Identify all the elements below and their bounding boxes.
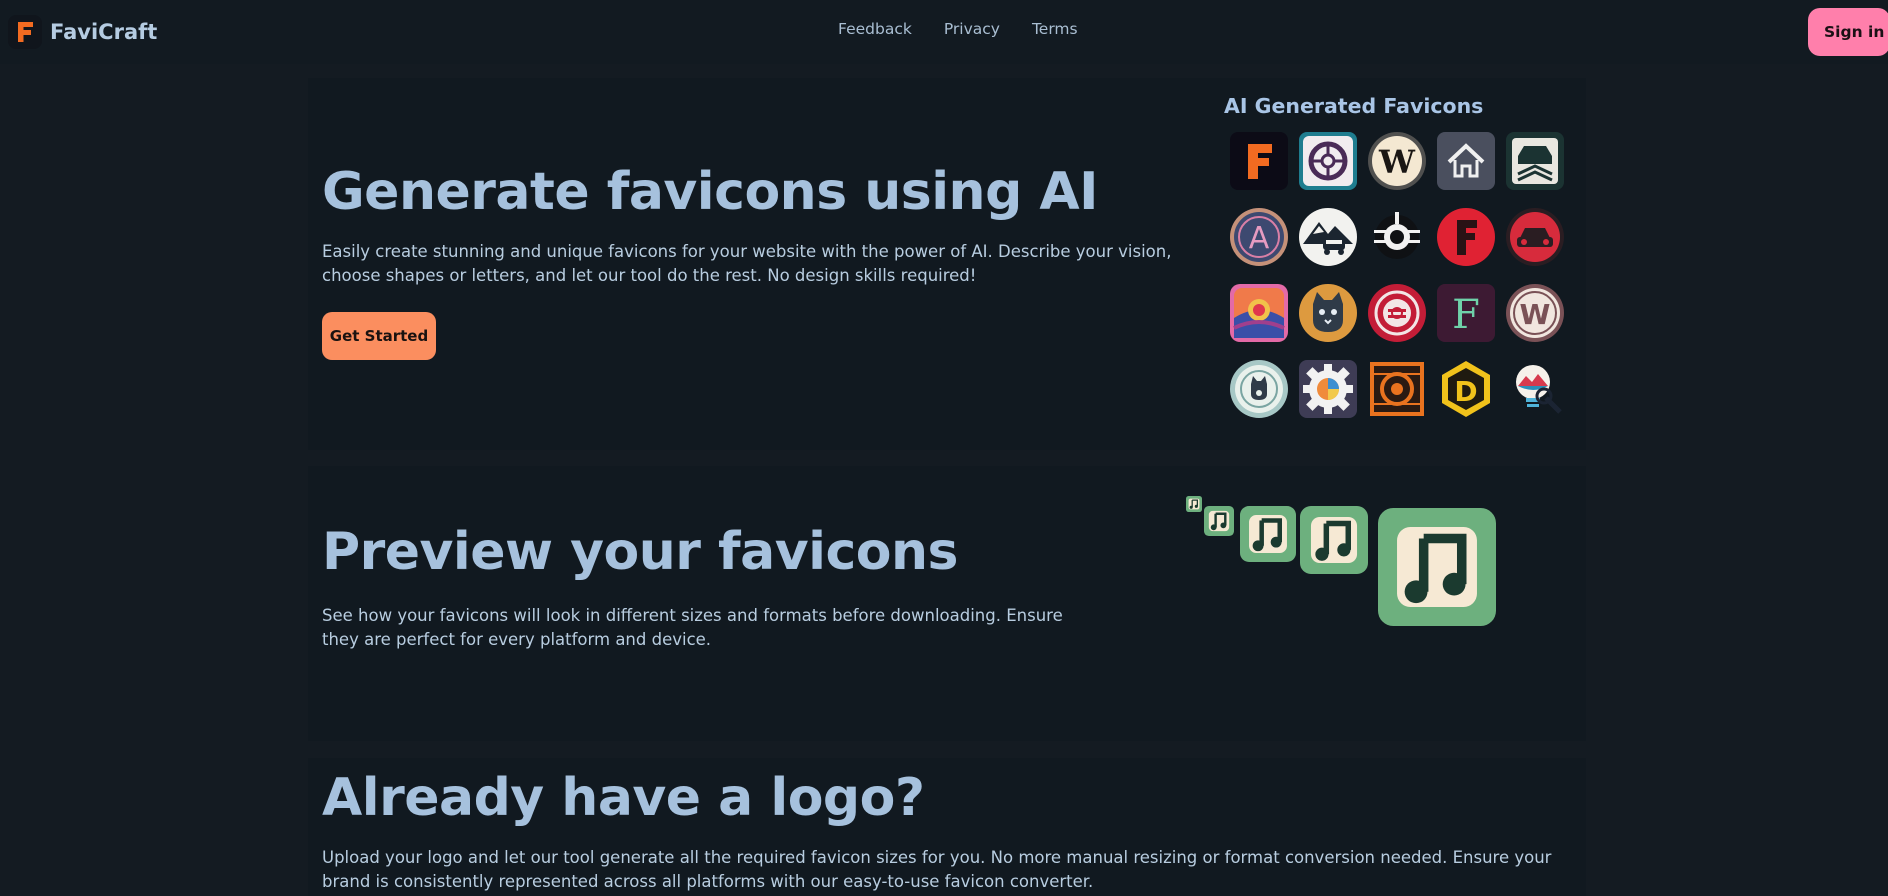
yellow-letter-d-icon: D — [1435, 358, 1497, 420]
red-target-icon — [1366, 282, 1428, 344]
red-car-icon — [1504, 206, 1566, 268]
favicon-gallery: W A F W D — [1228, 130, 1578, 420]
gallery-title: AI Generated Favicons — [1224, 94, 1484, 118]
orange-square-rings-icon — [1366, 358, 1428, 420]
music-note-icon — [1204, 506, 1234, 536]
cream-letter-w-icon: W — [1366, 130, 1428, 192]
preview-section: Preview your favicons See how your favic… — [308, 466, 1586, 741]
nav-terms-link[interactable]: Terms — [1032, 20, 1078, 38]
brand-name: FaviCraft — [50, 20, 158, 44]
red-letter-f-icon — [1435, 206, 1497, 268]
sign-in-button[interactable]: Sign in — [1808, 8, 1888, 56]
hero-section: Generate favicons using AI Easily create… — [308, 78, 1586, 450]
teal-cat-circle-icon — [1228, 358, 1290, 420]
svg-text:A: A — [1249, 221, 1270, 256]
upload-section: Already have a logo? Upload your logo an… — [308, 758, 1586, 896]
circle-letter-a-icon: A — [1228, 206, 1290, 268]
main-nav: Feedback Privacy Terms — [838, 20, 1110, 38]
rainbow-location-pin-icon — [1228, 282, 1290, 344]
gear-color-wheel-icon — [1297, 358, 1359, 420]
top-navbar: FaviCraft Feedback Privacy Terms Sign in — [0, 0, 1888, 64]
svg-text:F: F — [1452, 292, 1480, 338]
svg-text:D: D — [1454, 375, 1477, 408]
cream-letter-w-ring-icon: W — [1504, 282, 1566, 344]
upload-description: Upload your logo and let our tool genera… — [322, 848, 1552, 891]
purple-lifebuoy-icon — [1297, 130, 1359, 192]
dark-car-emblem-icon — [1504, 130, 1566, 192]
get-started-button[interactable]: Get Started — [322, 312, 436, 360]
music-note-icon — [1240, 506, 1296, 562]
svg-text:W: W — [1378, 143, 1416, 181]
favicon-size-previews — [1186, 496, 1506, 636]
letter-f-logo-icon — [8, 15, 42, 49]
green-letter-f-icon: F — [1435, 282, 1497, 344]
grey-house-icon — [1435, 130, 1497, 192]
hero-title: Generate favicons using AI — [322, 162, 1099, 222]
music-note-icon — [1186, 496, 1202, 512]
preview-description: See how your favicons will look in diffe… — [322, 606, 1063, 649]
brand-logo[interactable]: FaviCraft — [8, 14, 157, 50]
lightbulb-mountain-icon — [1504, 358, 1566, 420]
upload-title: Already have a logo? — [322, 768, 925, 828]
music-note-icon — [1378, 508, 1496, 626]
mountain-road-car-icon — [1297, 206, 1359, 268]
nav-privacy-link[interactable]: Privacy — [944, 20, 1000, 38]
orange-letter-f-icon — [1228, 130, 1290, 192]
music-note-icon — [1300, 506, 1368, 574]
black-white-sun-icon — [1366, 206, 1428, 268]
nav-feedback-link[interactable]: Feedback — [838, 20, 912, 38]
hero-description: Easily create stunning and unique favico… — [322, 242, 1172, 285]
orange-cat-icon — [1297, 282, 1359, 344]
svg-text:W: W — [1520, 298, 1551, 331]
preview-title: Preview your favicons — [322, 522, 959, 582]
